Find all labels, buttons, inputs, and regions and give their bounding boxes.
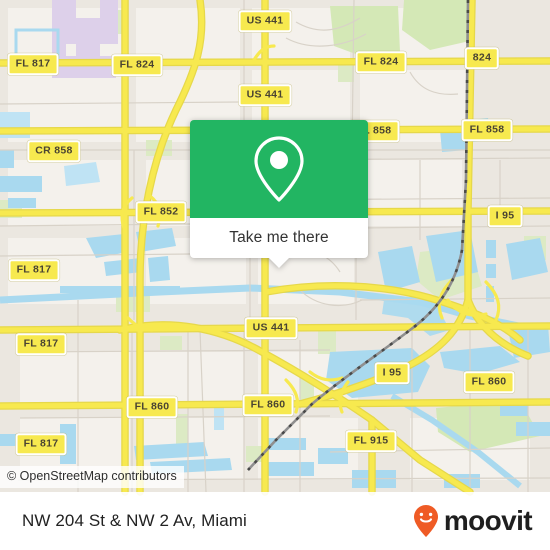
footer-bar: NW 204 St & NW 2 Av, Miami moovit [0,492,550,550]
road-shield: FL 817 [7,53,59,75]
moovit-map-screenshot: US 441 FL 817 FL 824 FL 824 824 US 441 FL 858 F… [0,0,550,550]
location-pin-icon [254,136,304,202]
road-shield: FL 852 [135,201,187,223]
road-shield: FL 817 [15,433,67,455]
road-shield: I 95 [374,362,410,384]
location-callout[interactable]: Take me there [190,120,368,268]
road-shield: FL 817 [15,333,67,355]
location-title: NW 204 St & NW 2 Av, Miami [22,511,247,530]
road-shield: FL 915 [345,430,397,452]
callout-action[interactable]: Take me there [190,218,368,268]
osm-attribution[interactable]: © OpenStreetMap contributors [0,466,184,488]
road-shield: FL 860 [242,394,294,416]
road-shield: FL 858 [461,119,513,141]
road-shield: US 441 [244,317,298,339]
road-shield: FL 860 [126,396,178,418]
callout-header [190,120,368,218]
map-canvas[interactable]: US 441 FL 817 FL 824 FL 824 824 US 441 FL 858 F… [0,0,550,492]
moovit-wordmark: moovit [443,505,533,536]
take-me-there-label: Take me there [229,229,329,246]
road-shield: FL 824 [111,54,163,76]
road-shield: FL 817 [8,259,60,281]
road-shield: US 441 [238,84,292,106]
moovit-pin-icon [413,505,438,537]
callout-tail [268,257,290,268]
moovit-logo[interactable]: moovit [413,504,533,538]
road-shield: FL 824 [355,51,407,73]
road-shield: CR 858 [27,140,81,162]
road-shield: US 441 [238,10,292,32]
road-shield: 824 [464,47,500,69]
road-shield: FL 860 [463,371,515,393]
road-shield: I 95 [487,205,523,227]
